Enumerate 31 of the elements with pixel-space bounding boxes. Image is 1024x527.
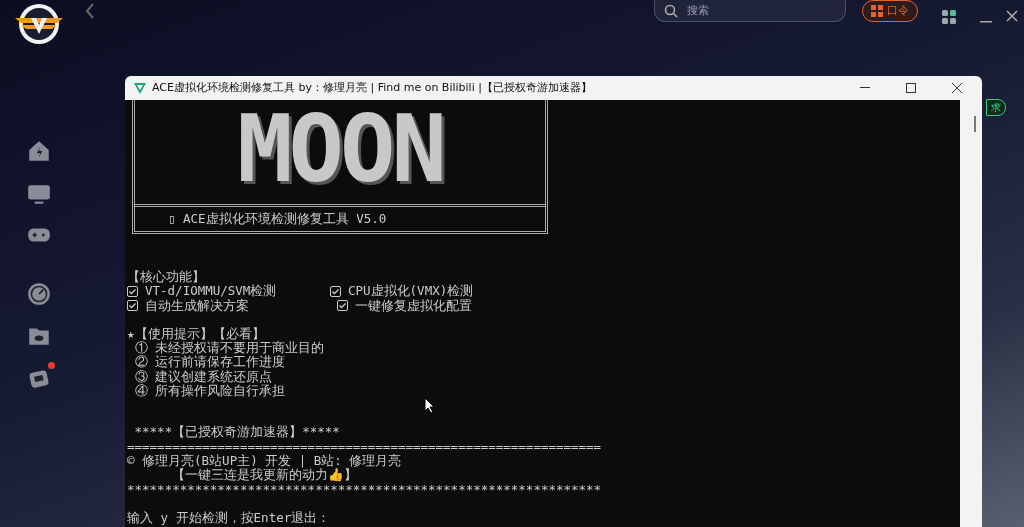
- slogan-line: 【一键三连是我更新的动力👍】: [172, 468, 358, 483]
- input-prompt: 输入 y 开始检测，按Enter退出：: [127, 510, 331, 526]
- feature-label: 自动生成解决方案: [145, 298, 249, 313]
- grid-cross-icon: [871, 5, 883, 17]
- credit-line: © 修理月亮(B站UP主) 开发 | B站: 修理月亮: [127, 453, 402, 468]
- shield-icon: [134, 82, 146, 94]
- banner-title: MOON: [236, 100, 444, 204]
- close-icon[interactable]: [952, 83, 962, 93]
- license-line: *****【已授权奇游加速器】*****: [133, 425, 340, 440]
- divider-line: ***************************************************************: [127, 482, 602, 497]
- divider-line: ===============================================================: [127, 439, 602, 454]
- banner-subtitle: ▯ ACE虚拟化环境检测修复工具 V5.0: [168, 211, 387, 226]
- search-icon: [664, 4, 678, 18]
- feature-label: VT-d/IOMMU/SVM检测: [145, 284, 277, 299]
- section-heading: ★【使用提示】【必看】: [127, 326, 265, 341]
- tip-line: ④ 所有操作风险自行承担: [133, 384, 286, 399]
- status-badge: 求: [986, 99, 1006, 116]
- search-field[interactable]: 搜索: [654, 0, 846, 22]
- feature-label: 一键修复虚拟化配置: [355, 298, 472, 313]
- code-button[interactable]: 口令: [862, 0, 918, 22]
- tip-line: ① 未经授权请不要用于商业目的: [133, 341, 325, 356]
- minimize-icon[interactable]: [860, 87, 870, 89]
- tip-line: ② 运行前请保存工作进度: [133, 355, 286, 370]
- window-title: ACE虚拟化环境检测修复工具 by：修理月亮 | Find me on Bilibili |【已授权奇游加速器】: [152, 79, 592, 96]
- mouse-cursor-icon: [424, 397, 436, 414]
- section-heading: 【核心功能】: [127, 270, 205, 285]
- back-chevron-icon[interactable]: [85, 3, 95, 19]
- maximize-icon[interactable]: [906, 83, 916, 93]
- gauge-icon[interactable]: [26, 281, 52, 307]
- tip-line: ③ 建议创建系统还原点: [133, 369, 273, 384]
- feature-label: CPU虚拟化(VMX)检测: [348, 284, 474, 299]
